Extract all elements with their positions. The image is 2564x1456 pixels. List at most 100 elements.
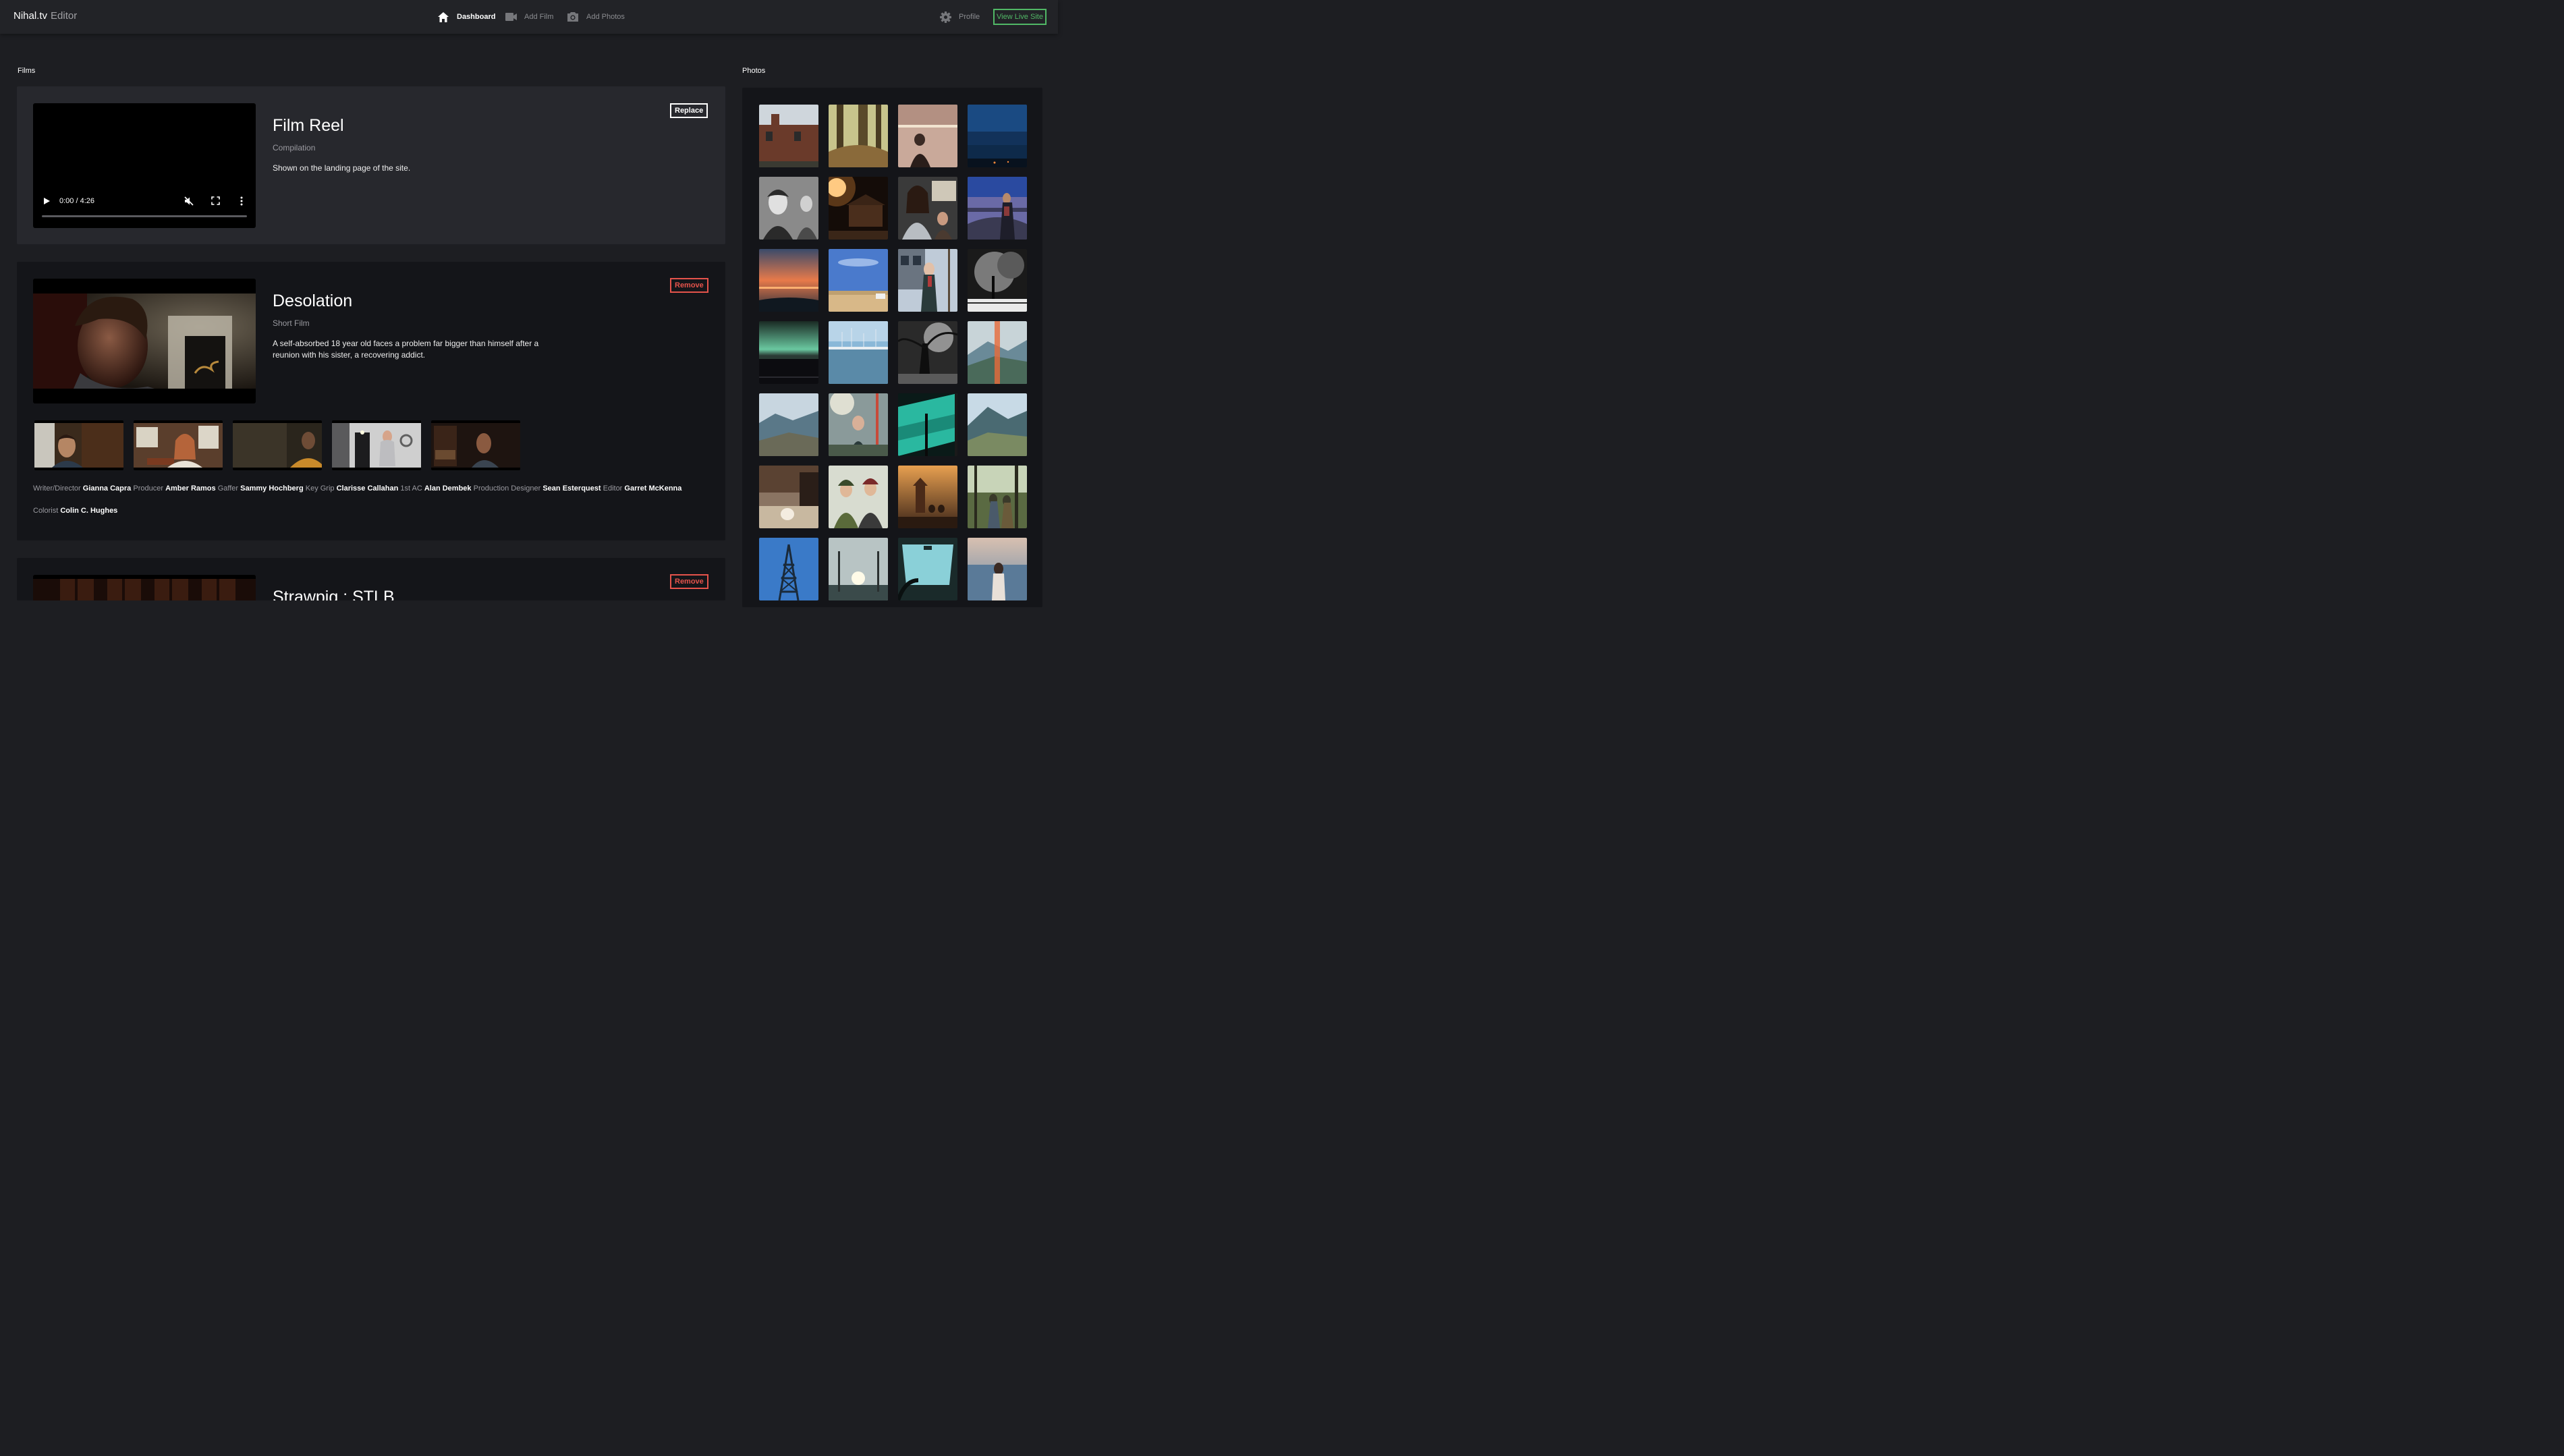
credit-name: Amber Ramos <box>165 484 216 493</box>
film-still-image <box>134 423 223 468</box>
photos-section-label: Photos <box>742 67 766 75</box>
film-still[interactable] <box>233 420 322 470</box>
nav-add-film-label: Add Film <box>524 13 554 21</box>
video-camera-icon <box>505 13 517 21</box>
app-subtitle: Editor <box>51 10 78 22</box>
remove-button[interactable]: Remove <box>670 278 708 293</box>
home-icon <box>437 11 449 23</box>
credit-name: Sean Esterquest <box>542 484 601 493</box>
credit-role: Key Grip <box>305 484 335 493</box>
credit-role: Editor <box>603 484 623 493</box>
photo-thumbnail[interactable] <box>759 538 818 600</box>
film-poster[interactable] <box>33 279 256 403</box>
photo-thumbnail[interactable] <box>829 105 888 167</box>
photo-thumbnail[interactable] <box>968 177 1027 240</box>
photo-image <box>968 538 1027 600</box>
photo-thumbnail[interactable] <box>759 466 818 528</box>
photo-image <box>829 466 888 528</box>
film-card-strawpig: Strawpig : STLB Remove <box>17 558 725 600</box>
photo-image <box>968 466 1027 528</box>
photo-thumbnail[interactable] <box>968 321 1027 384</box>
mute-icon[interactable] <box>184 196 194 206</box>
film-still[interactable] <box>332 420 421 470</box>
films-section-label: Films <box>18 67 36 75</box>
nav-add-film[interactable]: Add Film <box>505 0 553 34</box>
photo-thumbnail[interactable] <box>829 321 888 384</box>
film-still[interactable] <box>134 420 223 470</box>
photo-thumbnail[interactable] <box>759 249 818 312</box>
photo-image <box>968 321 1027 384</box>
photo-image <box>759 538 818 600</box>
photo-image <box>829 393 888 456</box>
photo-image <box>968 105 1027 167</box>
photo-image <box>898 321 957 384</box>
photo-image <box>898 538 957 600</box>
credit-name: Sammy Hochberg <box>240 484 304 493</box>
more-options-icon[interactable] <box>240 196 243 206</box>
film-poster[interactable] <box>33 575 256 600</box>
film-title: Strawpig : STLB <box>273 588 395 600</box>
photo-thumbnail[interactable] <box>898 177 957 240</box>
film-still-image <box>233 423 322 468</box>
film-still[interactable] <box>34 420 123 470</box>
credit-name: Alan Dembek <box>424 484 472 493</box>
photo-thumbnail[interactable] <box>898 321 957 384</box>
photo-image <box>898 249 957 312</box>
photo-thumbnail[interactable] <box>759 393 818 456</box>
photo-thumbnail[interactable] <box>759 105 818 167</box>
photo-thumbnail[interactable] <box>898 105 957 167</box>
photos-panel <box>742 88 1042 607</box>
reel-type: Compilation <box>273 143 316 152</box>
nav-add-photos[interactable]: Add Photos <box>567 0 625 34</box>
photo-thumbnail[interactable] <box>968 466 1027 528</box>
top-navbar: Nihal.tv Editor Dashboard Add Film Add Ph… <box>0 0 1058 34</box>
photo-thumbnail[interactable] <box>759 321 818 384</box>
film-type: Short Film <box>273 318 310 328</box>
photo-thumbnail[interactable] <box>829 177 888 240</box>
photo-image <box>829 538 888 600</box>
remove-button[interactable]: Remove <box>670 574 708 589</box>
photo-thumbnail[interactable] <box>968 249 1027 312</box>
photo-thumbnail[interactable] <box>898 538 957 600</box>
photo-thumbnail[interactable] <box>829 393 888 456</box>
photo-thumbnail[interactable] <box>898 393 957 456</box>
photo-image <box>829 321 888 384</box>
photo-image <box>898 105 957 167</box>
photo-thumbnail[interactable] <box>759 177 818 240</box>
play-icon[interactable] <box>43 197 51 205</box>
film-still[interactable] <box>431 420 520 470</box>
credit-role: Colorist <box>33 507 59 515</box>
app-brand[interactable]: Nihal.tv Editor <box>13 10 77 22</box>
photo-image <box>968 249 1027 312</box>
credit-role: Writer/Director <box>33 484 81 493</box>
photo-thumbnail[interactable] <box>968 105 1027 167</box>
credit-name: Colin C. Hughes <box>60 507 118 515</box>
film-title: Desolation <box>273 291 353 310</box>
credit-role: Gaffer <box>217 484 239 493</box>
photo-image <box>898 177 957 240</box>
nav-dashboard[interactable]: Dashboard <box>437 0 495 34</box>
film-card-desolation: Desolation Short Film A self-absorbed 18… <box>17 262 725 540</box>
nav-profile-label: Profile <box>959 13 980 21</box>
photo-thumbnail[interactable] <box>968 538 1027 600</box>
photo-thumbnail[interactable] <box>898 466 957 528</box>
video-progress-bar[interactable] <box>42 215 247 217</box>
photo-image <box>968 393 1027 456</box>
view-live-site-button[interactable]: View Live Site <box>993 9 1047 25</box>
photo-image <box>759 105 818 167</box>
nav-profile[interactable]: Profile <box>940 0 980 34</box>
photo-image <box>898 393 957 456</box>
photo-thumbnail[interactable] <box>829 466 888 528</box>
photo-thumbnail[interactable] <box>968 393 1027 456</box>
photo-thumbnail[interactable] <box>829 249 888 312</box>
film-still-image <box>332 423 421 468</box>
credit-role: Production Designer <box>473 484 541 493</box>
replace-button[interactable]: Replace <box>670 103 708 118</box>
credit-role: 1st AC <box>400 484 422 493</box>
reel-video-player[interactable]: 0:00 / 4:26 <box>33 103 256 228</box>
fullscreen-icon[interactable] <box>211 196 220 205</box>
photo-thumbnail[interactable] <box>829 538 888 600</box>
camera-icon <box>567 11 579 22</box>
photo-thumbnail[interactable] <box>898 249 957 312</box>
film-still-image <box>34 423 123 468</box>
